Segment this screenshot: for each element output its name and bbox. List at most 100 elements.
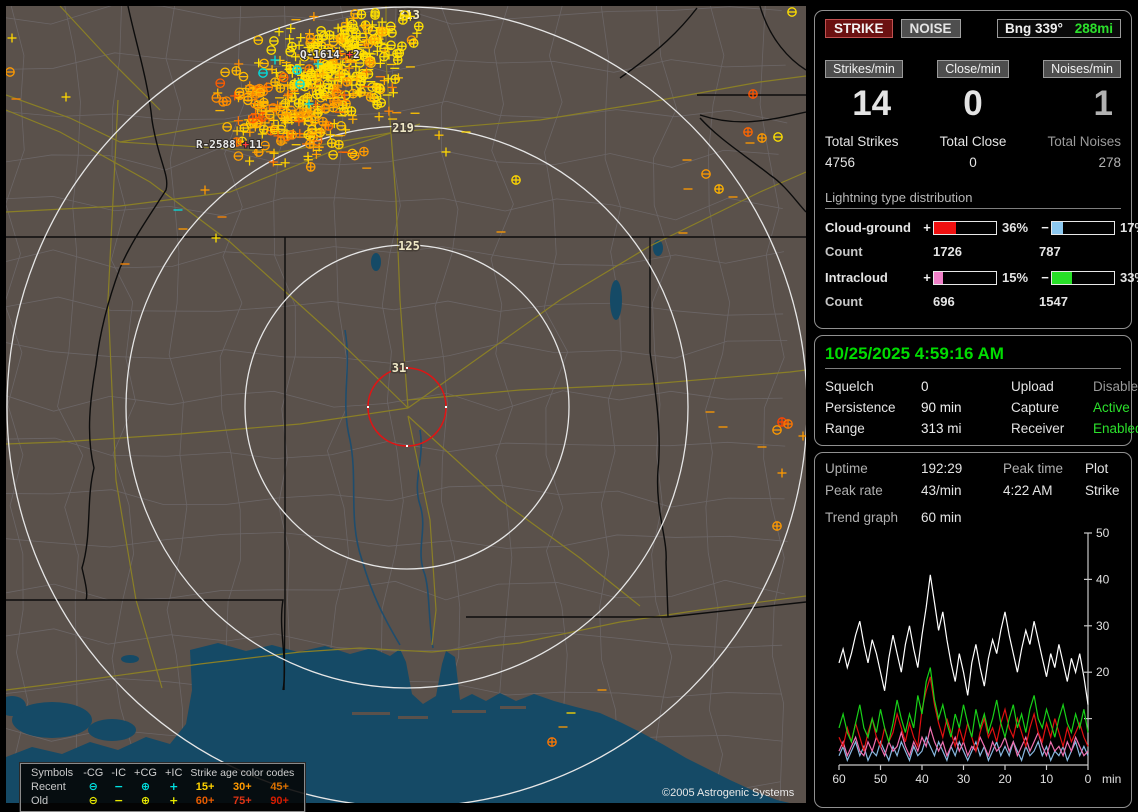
strike-symbol-cgp bbox=[365, 58, 373, 66]
rate-counter-column: Noises/min 1 Total Noises 278 bbox=[1028, 60, 1121, 170]
counter-header[interactable]: Strikes/min bbox=[825, 60, 903, 78]
status-panel: 10/25/2025 4:59:16 AM Squelch0UploadDisa… bbox=[814, 335, 1132, 446]
plus-icon: + bbox=[161, 780, 186, 794]
counter-header[interactable]: Noises/min bbox=[1043, 60, 1121, 78]
strike-symbol-cgp bbox=[232, 67, 240, 75]
legend-symbols-header: Symbols bbox=[27, 766, 79, 780]
bearing-label: Bng 339° bbox=[1005, 21, 1063, 36]
plus-icon: + bbox=[161, 794, 186, 808]
dist-label: Cloud-ground bbox=[825, 220, 921, 235]
noise-button[interactable]: NOISE bbox=[901, 19, 961, 38]
trend-series-neg-intracloud bbox=[839, 668, 1088, 742]
minus-percent: 33% bbox=[1115, 270, 1138, 285]
counter-header[interactable]: Close/min bbox=[937, 60, 1009, 78]
counter-value: 1 bbox=[1094, 84, 1121, 124]
strike-symbol-cgp bbox=[343, 78, 351, 86]
trend-graph: 203040506050403020100min bbox=[825, 527, 1123, 785]
minus-count: 1547 bbox=[1039, 294, 1138, 309]
storm-cell-label: R-2588 +11 bbox=[196, 138, 263, 151]
strike-symbol-cgp bbox=[249, 114, 257, 122]
trend-series-total-strikes bbox=[839, 575, 1088, 705]
strike-symbol-cgp bbox=[784, 420, 792, 428]
counter-total-label: Total Strikes bbox=[825, 134, 899, 149]
rate-counter-column: Close/min0Total Close0 bbox=[926, 60, 1019, 170]
trend-x-tick-label: 10 bbox=[1040, 772, 1054, 785]
strike-symbol-cgp bbox=[357, 10, 365, 18]
setting-value: Enabled bbox=[1093, 421, 1138, 436]
trend-x-tick-label: 60 bbox=[832, 772, 846, 785]
plus-percent: 15% bbox=[997, 270, 1039, 285]
trend-x-tick-label: 50 bbox=[874, 772, 888, 785]
trend-y-tick-label: 20 bbox=[1096, 665, 1110, 679]
strike-symbol-cgp bbox=[512, 176, 520, 184]
strike-symbol-cgp bbox=[288, 131, 296, 139]
legend-age-header: Strike age color codes bbox=[186, 766, 298, 780]
strike-symbol-cgp bbox=[360, 147, 368, 155]
strike-symbol-cgp bbox=[366, 93, 374, 101]
strike-symbol-cgp bbox=[306, 140, 314, 148]
legend-row-label: Old bbox=[27, 794, 79, 808]
strike-symbol-cgp bbox=[288, 42, 296, 50]
legend-age-code: 60+ bbox=[186, 794, 223, 808]
circle-plus-icon: ⊕ bbox=[130, 780, 161, 794]
strike-symbol-cgp bbox=[758, 134, 766, 142]
trend-x-tick-label: 0 bbox=[1085, 772, 1092, 785]
legend-age-code: 15+ bbox=[186, 780, 223, 794]
strike-symbol-cgp bbox=[415, 22, 423, 30]
minus-bar bbox=[1051, 271, 1115, 285]
plus-count: 1726 bbox=[933, 244, 1039, 259]
lightning-map[interactable]: 31125219313R-2588 +11Q-1614 +2 Symbols-C… bbox=[6, 6, 806, 803]
legend-type-col: +CG bbox=[130, 766, 161, 780]
setting-value: 0 bbox=[921, 379, 1011, 394]
plus-count: 696 bbox=[933, 294, 1039, 309]
setting-value: Disabled bbox=[1093, 379, 1138, 394]
strike-symbol-cgp bbox=[399, 16, 407, 24]
trend-y-tick-label: 30 bbox=[1096, 619, 1110, 633]
counter-value: 14 bbox=[852, 84, 891, 124]
counter-total-value: 278 bbox=[1098, 155, 1121, 170]
uptime-grid: Uptime 192:29 Peak time Plot Peak rate 4… bbox=[825, 461, 1121, 498]
legend-type-col: -IC bbox=[107, 766, 130, 780]
plus-bar bbox=[933, 221, 997, 235]
count-label: Count bbox=[825, 294, 921, 309]
strike-symbol-cgp bbox=[293, 66, 301, 74]
trend-y-tick-label: 40 bbox=[1096, 572, 1110, 586]
distribution-count-row: Count6961547 bbox=[825, 294, 1121, 309]
map-canvas: 31125219313R-2588 +11Q-1614 +2 bbox=[6, 6, 806, 803]
copyright-text: ©2005 Astrogenic Systems bbox=[662, 787, 794, 799]
distribution-title: Lightning type distribution bbox=[825, 190, 1121, 209]
peak-rate-label: Peak rate bbox=[825, 483, 921, 498]
peak-rate-value: 43/min bbox=[921, 483, 1003, 498]
peak-time-value: 4:22 AM bbox=[1003, 483, 1085, 498]
datetime-display: 10/25/2025 4:59:16 AM bbox=[825, 344, 1121, 369]
trend-panel: Uptime 192:29 Peak time Plot Peak rate 4… bbox=[814, 452, 1132, 808]
minus-percent: 17% bbox=[1115, 220, 1138, 235]
legend-type-col: -CG bbox=[79, 766, 107, 780]
counter-total-label: Total Noises bbox=[1047, 134, 1121, 149]
trend-y-tick-label: 50 bbox=[1096, 527, 1110, 540]
strike-symbol-cgp bbox=[335, 140, 343, 148]
trend-x-tick-label: 20 bbox=[998, 772, 1012, 785]
strike-symbol-cgp bbox=[744, 128, 752, 136]
strike-symbol-cgp bbox=[271, 78, 279, 86]
minus-icon: − bbox=[107, 794, 130, 808]
dist-label: Intracloud bbox=[825, 270, 921, 285]
counter-total-value: 4756 bbox=[825, 155, 855, 170]
minus-sign: − bbox=[1039, 220, 1051, 235]
distribution-row: Cloud-ground+36%−17% bbox=[825, 220, 1121, 235]
strike-symbol-cgp bbox=[398, 42, 406, 50]
plus-sign: + bbox=[921, 220, 933, 235]
app-window: { "panel": { "strike_btn": "STRIKE", "no… bbox=[0, 0, 1138, 812]
setting-label: Squelch bbox=[825, 379, 921, 394]
trend-x-tick-label: 30 bbox=[957, 772, 971, 785]
trend-series-pos-cloud-ground bbox=[839, 677, 1088, 751]
legend-age-code: 75+ bbox=[224, 794, 261, 808]
strike-symbol-cgp bbox=[260, 125, 268, 133]
plus-sign: + bbox=[921, 270, 933, 285]
circle-plus-icon: ⊕ bbox=[130, 794, 161, 808]
legend-row-label: Recent bbox=[27, 780, 79, 794]
strike-button[interactable]: STRIKE bbox=[825, 19, 893, 38]
map-legend: Symbols-CG-IC+CG+ICStrike age color code… bbox=[20, 763, 305, 812]
setting-label: Capture bbox=[1011, 400, 1093, 415]
trend-x-unit: min bbox=[1102, 772, 1121, 785]
